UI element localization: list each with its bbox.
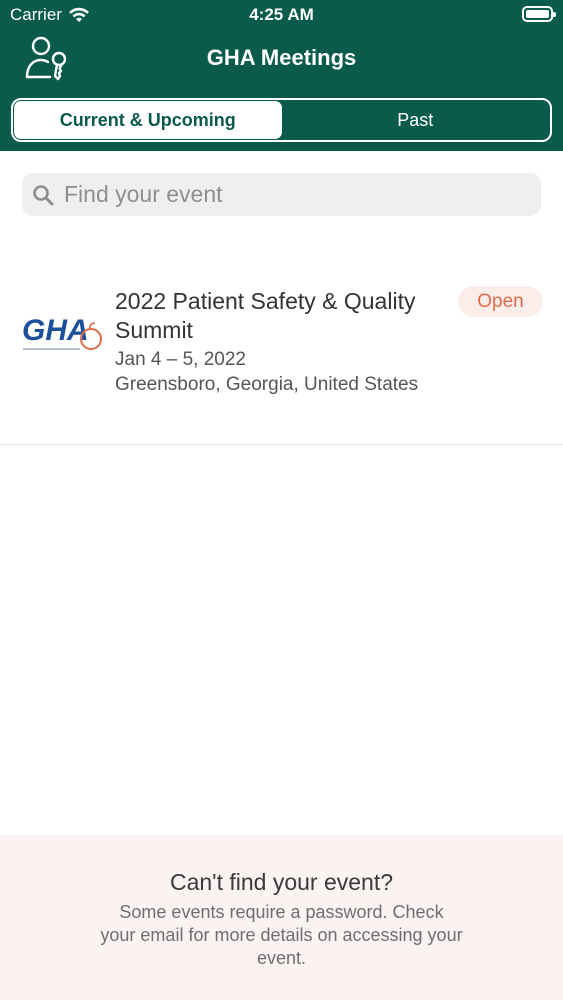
footer-title: Can't find your event? <box>169 869 394 895</box>
event-filter-tabs: Current & Upcoming Past <box>11 98 552 142</box>
gha-logo-text: GHA <box>22 314 89 347</box>
event-dates: Jan 4 – 5, 2022 <box>115 349 246 370</box>
search-placeholder: Find your event <box>64 181 223 207</box>
search-input[interactable]: Find your event <box>22 173 541 216</box>
search-icon <box>33 184 54 205</box>
tab-past[interactable]: Past <box>282 101 550 139</box>
event-title: 2022 Patient Safety & Quality Summit <box>115 288 416 343</box>
gha-logo: GHA <box>22 314 102 350</box>
battery-icon <box>522 6 556 22</box>
clock: 4:25 AM <box>249 5 314 24</box>
event-list-item[interactable]: GHA 2022 Patient Safety & Quality Summit… <box>0 262 563 445</box>
tab-current-upcoming[interactable]: Current & Upcoming <box>14 101 282 139</box>
footer-text: Some events require a password. Check yo… <box>100 902 463 968</box>
status-badge: Open <box>458 286 543 317</box>
status-bar: Carrier 4:25 AM <box>0 0 563 30</box>
event-location: Greensboro, Georgia, United States <box>115 374 419 395</box>
app-header: Carrier 4:25 AM GHA Meetings Current & U… <box>0 0 563 151</box>
help-footer: Can't find your event? Some events requi… <box>0 835 563 1000</box>
page-title: GHA Meetings <box>206 45 357 70</box>
